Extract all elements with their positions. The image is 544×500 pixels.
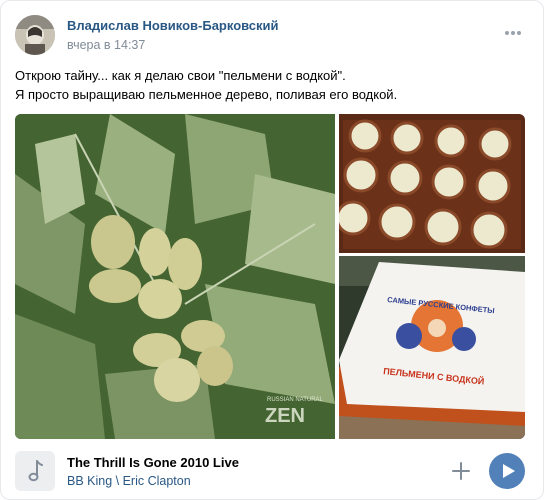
post-text-line: Открою тайну... как я делаю свои "пельме… [15,68,346,83]
photo-dumpling-tree[interactable]: RUSSIAN NATURAL ZEN [15,114,335,439]
post-text-line: Я просто выращиваю пельменное дерево, по… [15,87,398,102]
audio-title[interactable]: The Thrill Is Gone 2010 Live [67,455,239,470]
post-author-link[interactable]: Владислав Новиков-Барковский [67,18,279,33]
music-note-icon [15,451,55,491]
audio-attachment[interactable]: The Thrill Is Gone 2010 Live BB King \ E… [15,449,531,493]
watermark-top-text: RUSSIAN NATURAL [267,397,324,403]
post-text: Открою тайну... как я делаю свои "пельме… [15,66,527,104]
photo-candy-box-closed[interactable]: САМЫЕ РУССКИЕ КОНФЕТЫ ПЕЛЬМЕНИ С ВОДКОЙ [339,256,525,439]
audio-artist-link[interactable]: BB King \ Eric Clapton [67,474,191,488]
photo-candy-box-open[interactable] [339,114,525,253]
add-audio-icon[interactable] [449,459,473,483]
post-time[interactable]: вчера в 14:37 [67,38,145,52]
play-icon [503,464,515,478]
post-card: Владислав Новиков-Барковский вчера в 14:… [0,0,544,500]
more-options-icon[interactable] [503,25,523,41]
zen-watermark: ZEN [265,405,305,427]
avatar[interactable] [15,15,55,55]
post-media-grid: RUSSIAN NATURAL ZEN САМЫЕ РУССКИЕ КОНФЕТ… [15,114,525,439]
play-button[interactable] [489,453,525,489]
